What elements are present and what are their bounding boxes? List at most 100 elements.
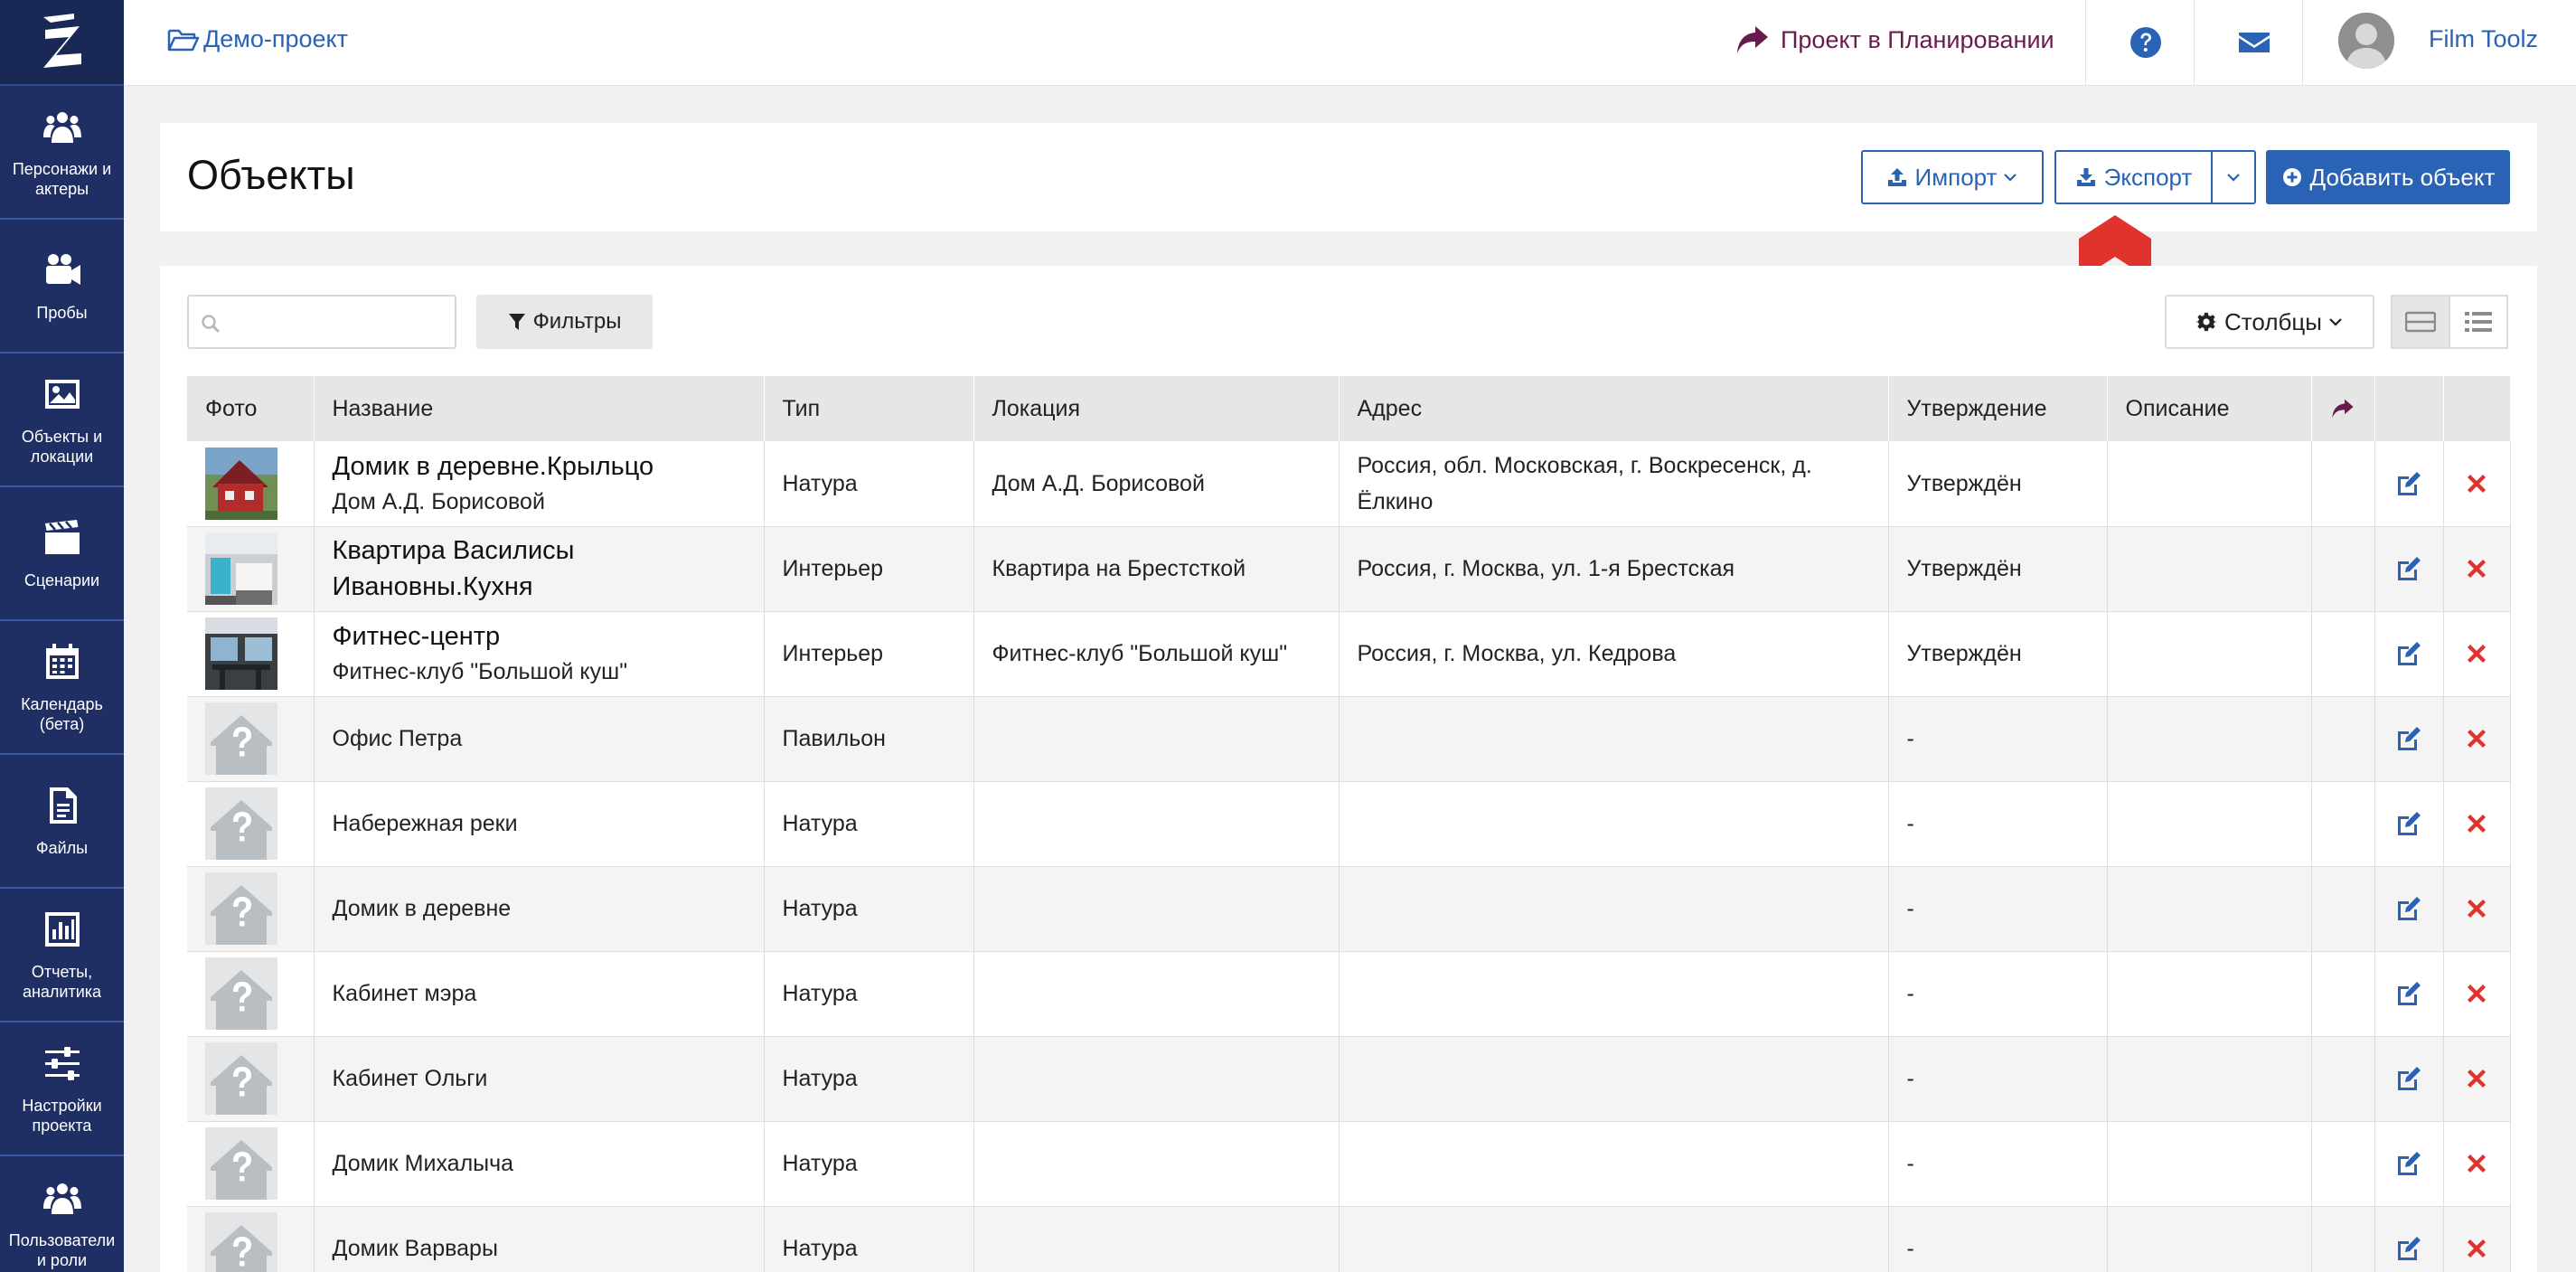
table-row[interactable]: Домик Варвары Натура - — [187, 1206, 2511, 1272]
edit-button[interactable] — [2375, 980, 2443, 1007]
close-icon — [2467, 899, 2487, 919]
sidebar-item[interactable]: Пользователи и роли — [0, 1156, 124, 1272]
cell-name[interactable]: Домик Варвары — [314, 1206, 765, 1272]
object-name[interactable]: Домик Варвары — [333, 1231, 746, 1266]
object-name[interactable]: Домик Михалыча — [333, 1146, 746, 1181]
list-view-toggle[interactable] — [2449, 295, 2508, 349]
add-object-button[interactable]: Добавить объект — [2266, 150, 2510, 204]
table-row[interactable]: Кабинет мэра Натура - — [187, 951, 2511, 1037]
edit-button[interactable] — [2375, 1150, 2443, 1177]
object-name[interactable]: Набережная реки — [333, 806, 746, 841]
sidebar-item[interactable]: Календарь (бета) — [0, 621, 124, 755]
column-header-photo[interactable]: Фото — [187, 376, 315, 441]
export-button[interactable]: Экспорт — [2054, 150, 2213, 204]
cell-type: Интерьер — [764, 526, 974, 612]
cell-name[interactable]: Набережная реки — [314, 781, 765, 867]
sidebar-item[interactable]: Отчеты, аналитика — [0, 889, 124, 1022]
column-header-name[interactable]: Название — [314, 376, 765, 441]
filters-button[interactable]: Фильтры — [476, 295, 653, 349]
help-button[interactable] — [2125, 22, 2167, 63]
no-photo-placeholder-icon[interactable] — [205, 787, 277, 860]
cell-name[interactable]: Кабинет Ольги — [314, 1036, 765, 1122]
cell-name[interactable]: Кабинет мэра — [314, 951, 765, 1037]
edit-button[interactable] — [2375, 895, 2443, 922]
project-name: Демо-проект — [203, 25, 349, 52]
sidebar-item[interactable]: Пробы — [0, 220, 124, 353]
table-row[interactable]: Домик в деревне Натура - — [187, 866, 2511, 952]
no-photo-placeholder-icon[interactable] — [205, 1127, 277, 1200]
table-row[interactable]: Набережная реки Натура - — [187, 781, 2511, 867]
edit-button[interactable] — [2375, 555, 2443, 582]
cell-name[interactable]: Домик Михалыча — [314, 1121, 765, 1207]
delete-button[interactable] — [2444, 555, 2510, 582]
delete-button[interactable] — [2444, 470, 2510, 497]
user-name[interactable]: Film Toolz — [2429, 25, 2538, 53]
object-name[interactable]: Кабинет Ольги — [333, 1061, 746, 1096]
cell-name[interactable]: Фитнес-центр Фитнес-клуб "Большой куш" — [314, 611, 765, 697]
column-header-location[interactable]: Локация — [973, 376, 1340, 441]
cell-name[interactable]: Домик в деревне.Крыльцо Дом А.Д. Борисово… — [314, 441, 765, 527]
project-link[interactable]: Демо-проект — [167, 25, 348, 53]
sidebar-item[interactable]: Персонажи и актеры — [0, 86, 124, 220]
card-view-toggle[interactable] — [2391, 295, 2450, 349]
user-avatar[interactable] — [2338, 13, 2394, 69]
no-photo-placeholder-icon[interactable] — [205, 702, 277, 775]
sidebar-item[interactable]: Объекты и локации — [0, 353, 124, 487]
edit-button[interactable] — [2375, 725, 2443, 752]
edit-button[interactable] — [2375, 1065, 2443, 1092]
delete-button[interactable] — [2444, 725, 2510, 752]
table-row[interactable]: Домик Михалыча Натура - — [187, 1121, 2511, 1207]
no-photo-placeholder-icon[interactable] — [205, 872, 277, 945]
gym-photo[interactable] — [205, 617, 277, 690]
edit-button[interactable] — [2375, 810, 2443, 837]
table-row[interactable]: Фитнес-центр Фитнес-клуб "Большой куш" Инт… — [187, 611, 2511, 697]
sidebar-item[interactable]: Файлы — [0, 755, 124, 889]
column-header-description[interactable]: Описание — [2107, 376, 2312, 441]
object-name[interactable]: Офис Петра — [333, 721, 746, 756]
cell-name[interactable]: Офис Петра — [314, 696, 765, 782]
search-input[interactable] — [229, 302, 446, 342]
cell-name[interactable]: Домик в деревне — [314, 866, 765, 952]
column-header-type[interactable]: Тип — [764, 376, 974, 441]
object-name[interactable]: Квартира Василисы Ивановны.Кухня — [333, 532, 746, 605]
object-name[interactable]: Домик в деревне.Крыльцо — [333, 448, 746, 485]
add-object-label: Добавить объект — [2309, 163, 2496, 191]
delete-button[interactable] — [2444, 640, 2510, 667]
delete-button[interactable] — [2444, 810, 2510, 837]
search-field[interactable] — [187, 295, 456, 349]
import-button[interactable]: Импорт — [1861, 150, 2044, 204]
column-header-share[interactable] — [2311, 376, 2375, 441]
delete-button[interactable] — [2444, 1065, 2510, 1092]
sidebar-item[interactable]: Сценарии — [0, 487, 124, 621]
object-name[interactable]: Кабинет мэра — [333, 976, 746, 1011]
table-row[interactable]: Кабинет Ольги Натура - — [187, 1036, 2511, 1122]
edit-button[interactable] — [2375, 470, 2443, 497]
delete-button[interactable] — [2444, 1235, 2510, 1262]
edit-button[interactable] — [2375, 1235, 2443, 1262]
column-header-address[interactable]: Адрес — [1339, 376, 1889, 441]
no-photo-placeholder-icon[interactable] — [205, 1212, 277, 1272]
object-name[interactable]: Домик в деревне — [333, 891, 746, 926]
table-row[interactable]: Офис Петра Павильон - — [187, 696, 2511, 782]
no-photo-placeholder-icon[interactable] — [205, 957, 277, 1030]
delete-button[interactable] — [2444, 1150, 2510, 1177]
table-row[interactable]: Квартира Василисы Ивановны.Кухня Интерьер… — [187, 526, 2511, 612]
no-photo-placeholder-icon[interactable] — [205, 1042, 277, 1115]
share-arrow-icon — [2312, 398, 2374, 419]
planning-status-link[interactable]: Проект в Планировании — [1735, 24, 2054, 55]
sidebar-item[interactable]: Настройки проекта — [0, 1022, 124, 1156]
column-header-approval[interactable]: Утверждение — [1888, 376, 2108, 441]
app-logo[interactable] — [0, 0, 124, 86]
object-name[interactable]: Фитнес-центр — [333, 618, 746, 655]
envelope-icon — [2239, 33, 2270, 52]
messages-button[interactable] — [2233, 22, 2275, 63]
delete-button[interactable] — [2444, 895, 2510, 922]
export-dropdown-toggle[interactable] — [2211, 150, 2256, 204]
cell-name[interactable]: Квартира Василисы Ивановны.Кухня — [314, 526, 765, 612]
edit-button[interactable] — [2375, 640, 2443, 667]
house-photo[interactable] — [205, 447, 277, 520]
kitchen-photo[interactable] — [205, 532, 277, 605]
columns-button[interactable]: Столбцы — [2165, 295, 2374, 349]
delete-button[interactable] — [2444, 980, 2510, 1007]
table-row[interactable]: Домик в деревне.Крыльцо Дом А.Д. Борисово… — [187, 441, 2511, 527]
